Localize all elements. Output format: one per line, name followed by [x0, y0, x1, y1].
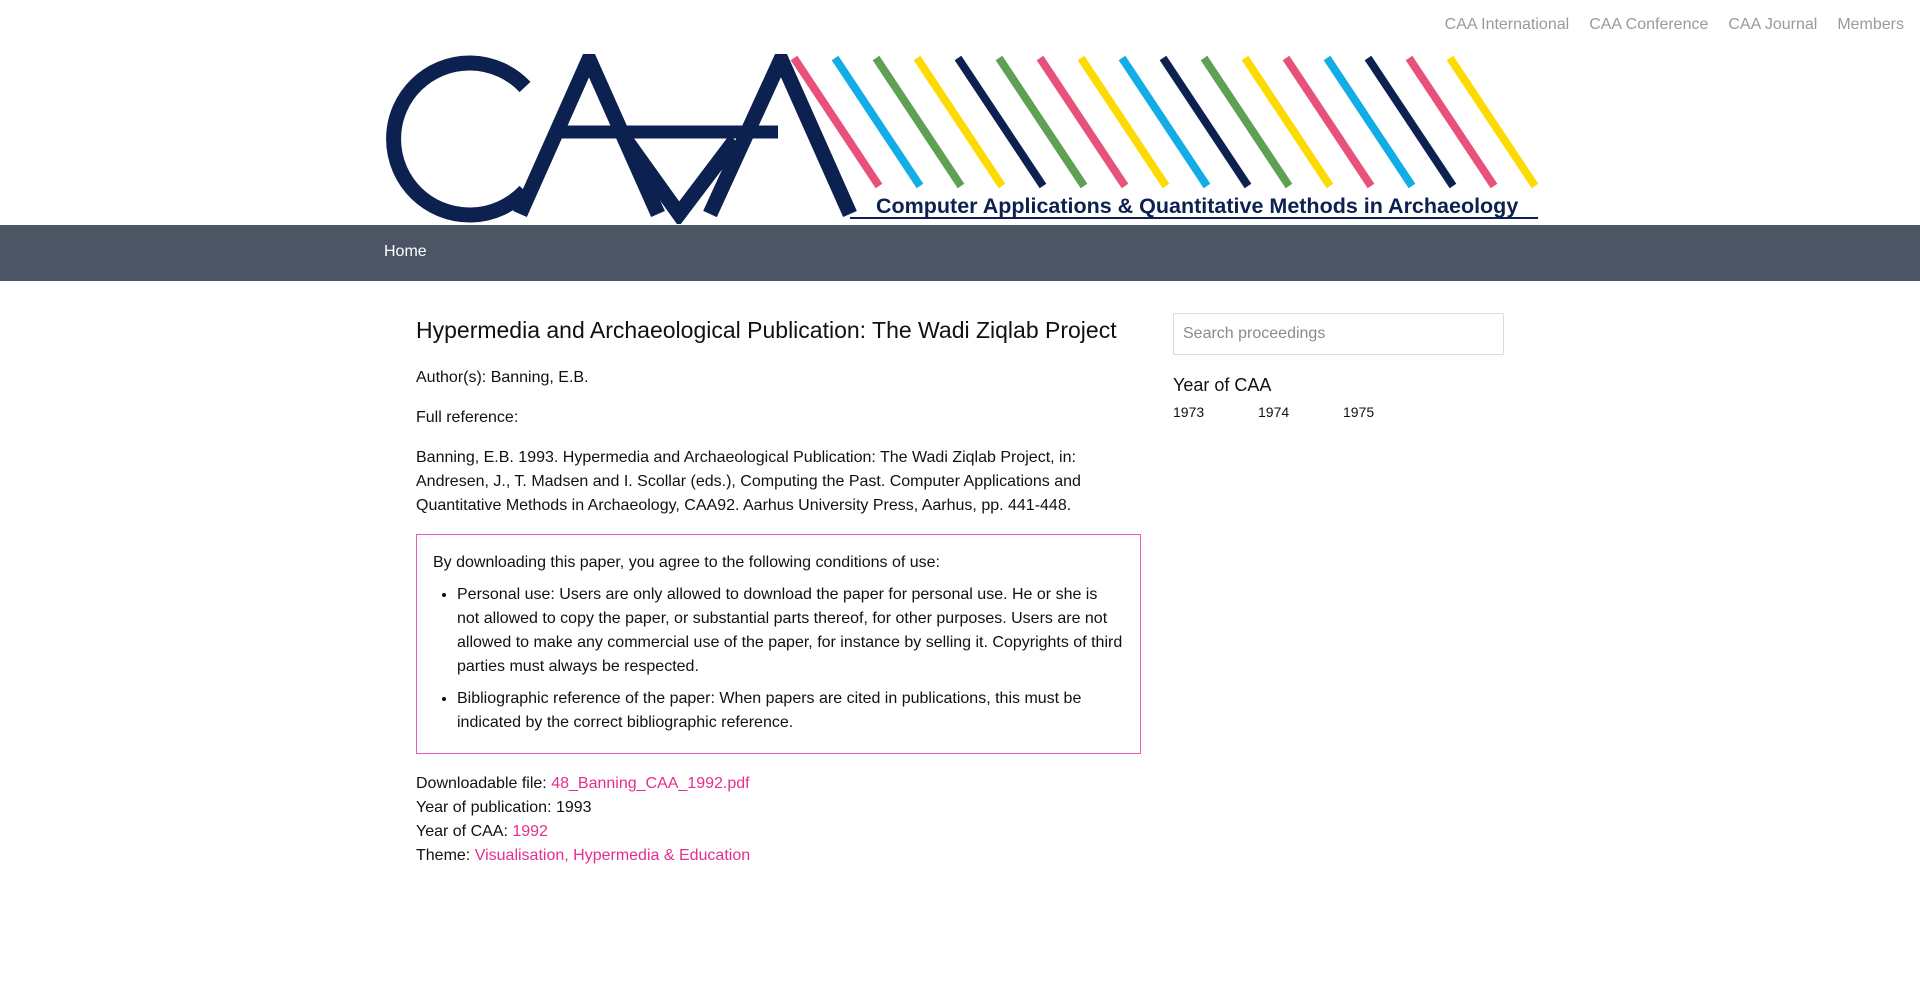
full-reference-label: Full reference:	[416, 409, 519, 426]
article-content: Hypermedia and Archaeological Publicatio…	[416, 312, 1141, 868]
year-of-caa-heading: Year of CAA	[1173, 375, 1272, 395]
year-list: 1973 1974 1975	[1173, 404, 1504, 420]
nav-home-link[interactable]: Home	[384, 243, 427, 261]
conditions-box: By downloading this paper, you agree to …	[416, 534, 1141, 754]
logo-letter-c	[386, 55, 531, 223]
top-navigation: CAA International CAA Conference CAA Jou…	[1445, 16, 1904, 34]
logo-subtitle: Computer Applications & Quantitative Met…	[876, 194, 1518, 218]
year-of-publication-row: Year of publication: 1993	[416, 796, 1141, 820]
caa-logo-banner[interactable]: Computer Applications & Quantitative Met…	[383, 54, 1538, 224]
year-of-caa-link[interactable]: 1992	[512, 823, 548, 840]
authors: Author(s): Banning, E.B.	[416, 369, 589, 386]
year-of-caa-label: Year of CAA:	[416, 823, 508, 840]
condition-bibliographic-reference: Bibliographic reference of the paper: Wh…	[457, 687, 1124, 735]
year-of-publication-label: Year of publication:	[416, 799, 552, 816]
downloadable-file-row: Downloadable file: 48_Banning_CAA_1992.p…	[416, 772, 1141, 796]
theme-label: Theme:	[416, 847, 471, 864]
year-of-publication-value: 1993	[555, 799, 592, 816]
theme-link[interactable]: Visualisation, Hypermedia & Education	[475, 847, 750, 864]
theme-row: Theme: Visualisation, Hypermedia & Educa…	[416, 844, 1141, 868]
sidebar: Year of CAA 1973 1974 1975	[1173, 313, 1504, 420]
main-navbar: Home	[0, 225, 1920, 281]
conditions-intro: By downloading this paper, you agree to …	[433, 554, 940, 571]
full-reference-text: Banning, E.B. 1993. Hypermedia and Archa…	[416, 449, 1081, 514]
logo-stripes	[790, 55, 1538, 189]
topnav-caa-international[interactable]: CAA International	[1445, 16, 1570, 34]
year-link-1973[interactable]: 1973	[1173, 404, 1258, 420]
year-link-1974[interactable]: 1974	[1258, 404, 1343, 420]
year-of-caa-row: Year of CAA: 1992	[416, 820, 1141, 844]
condition-personal-use: Personal use: Users are only allowed to …	[457, 583, 1124, 679]
year-link-1975[interactable]: 1975	[1343, 404, 1428, 420]
search-proceedings-input[interactable]	[1173, 313, 1504, 355]
topnav-caa-journal[interactable]: CAA Journal	[1728, 16, 1817, 34]
download-file-link[interactable]: 48_Banning_CAA_1992.pdf	[551, 775, 749, 792]
topnav-members[interactable]: Members	[1837, 16, 1904, 34]
downloadable-file-label: Downloadable file:	[416, 775, 547, 792]
topnav-caa-conference[interactable]: CAA Conference	[1589, 16, 1708, 34]
conditions-list: Personal use: Users are only allowed to …	[433, 583, 1124, 735]
page-title: Hypermedia and Archaeological Publicatio…	[416, 317, 1117, 343]
